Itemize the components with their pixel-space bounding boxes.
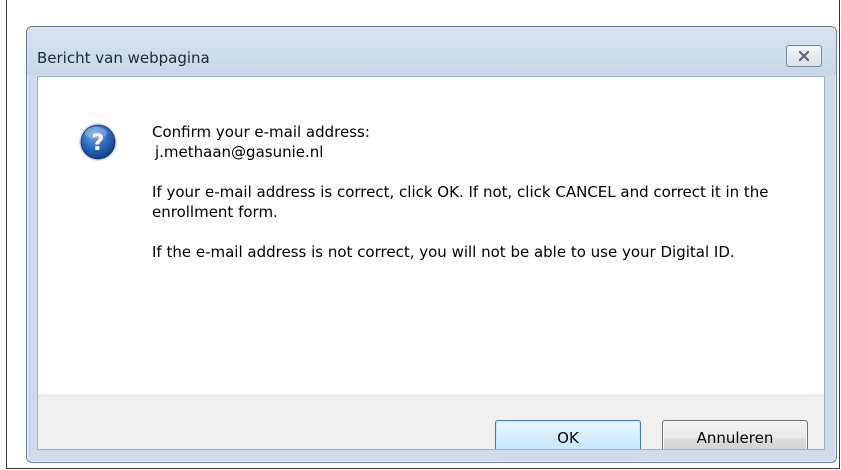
- question-icon: ?: [79, 123, 117, 161]
- title-bar[interactable]: Bericht van webpagina: [27, 27, 836, 75]
- svg-text:?: ?: [92, 131, 105, 156]
- message-dialog: Bericht van webpagina ? Confirm your e-m…: [26, 26, 837, 463]
- message-area: ? Confirm your e-mail address: j.methaan…: [38, 77, 824, 395]
- window-title: Bericht van webpagina: [37, 49, 210, 67]
- ok-button[interactable]: OK: [495, 420, 641, 449]
- cancel-button[interactable]: Annuleren: [662, 420, 808, 449]
- message-text: Confirm your e-mail address: j.methaan@g…: [152, 122, 792, 262]
- instruction-paragraph: If your e-mail address is correct, click…: [152, 183, 769, 221]
- warning-paragraph: If the e-mail address is not correct, yo…: [152, 243, 735, 261]
- dialog-body: ? Confirm your e-mail address: j.methaan…: [37, 76, 825, 450]
- close-button[interactable]: [786, 45, 822, 67]
- close-icon: [798, 50, 810, 62]
- confirm-prompt: Confirm your e-mail address:: [152, 123, 370, 141]
- button-bar: OK Annuleren: [38, 395, 824, 449]
- email-value: j.methaan@gasunie.nl: [155, 143, 324, 161]
